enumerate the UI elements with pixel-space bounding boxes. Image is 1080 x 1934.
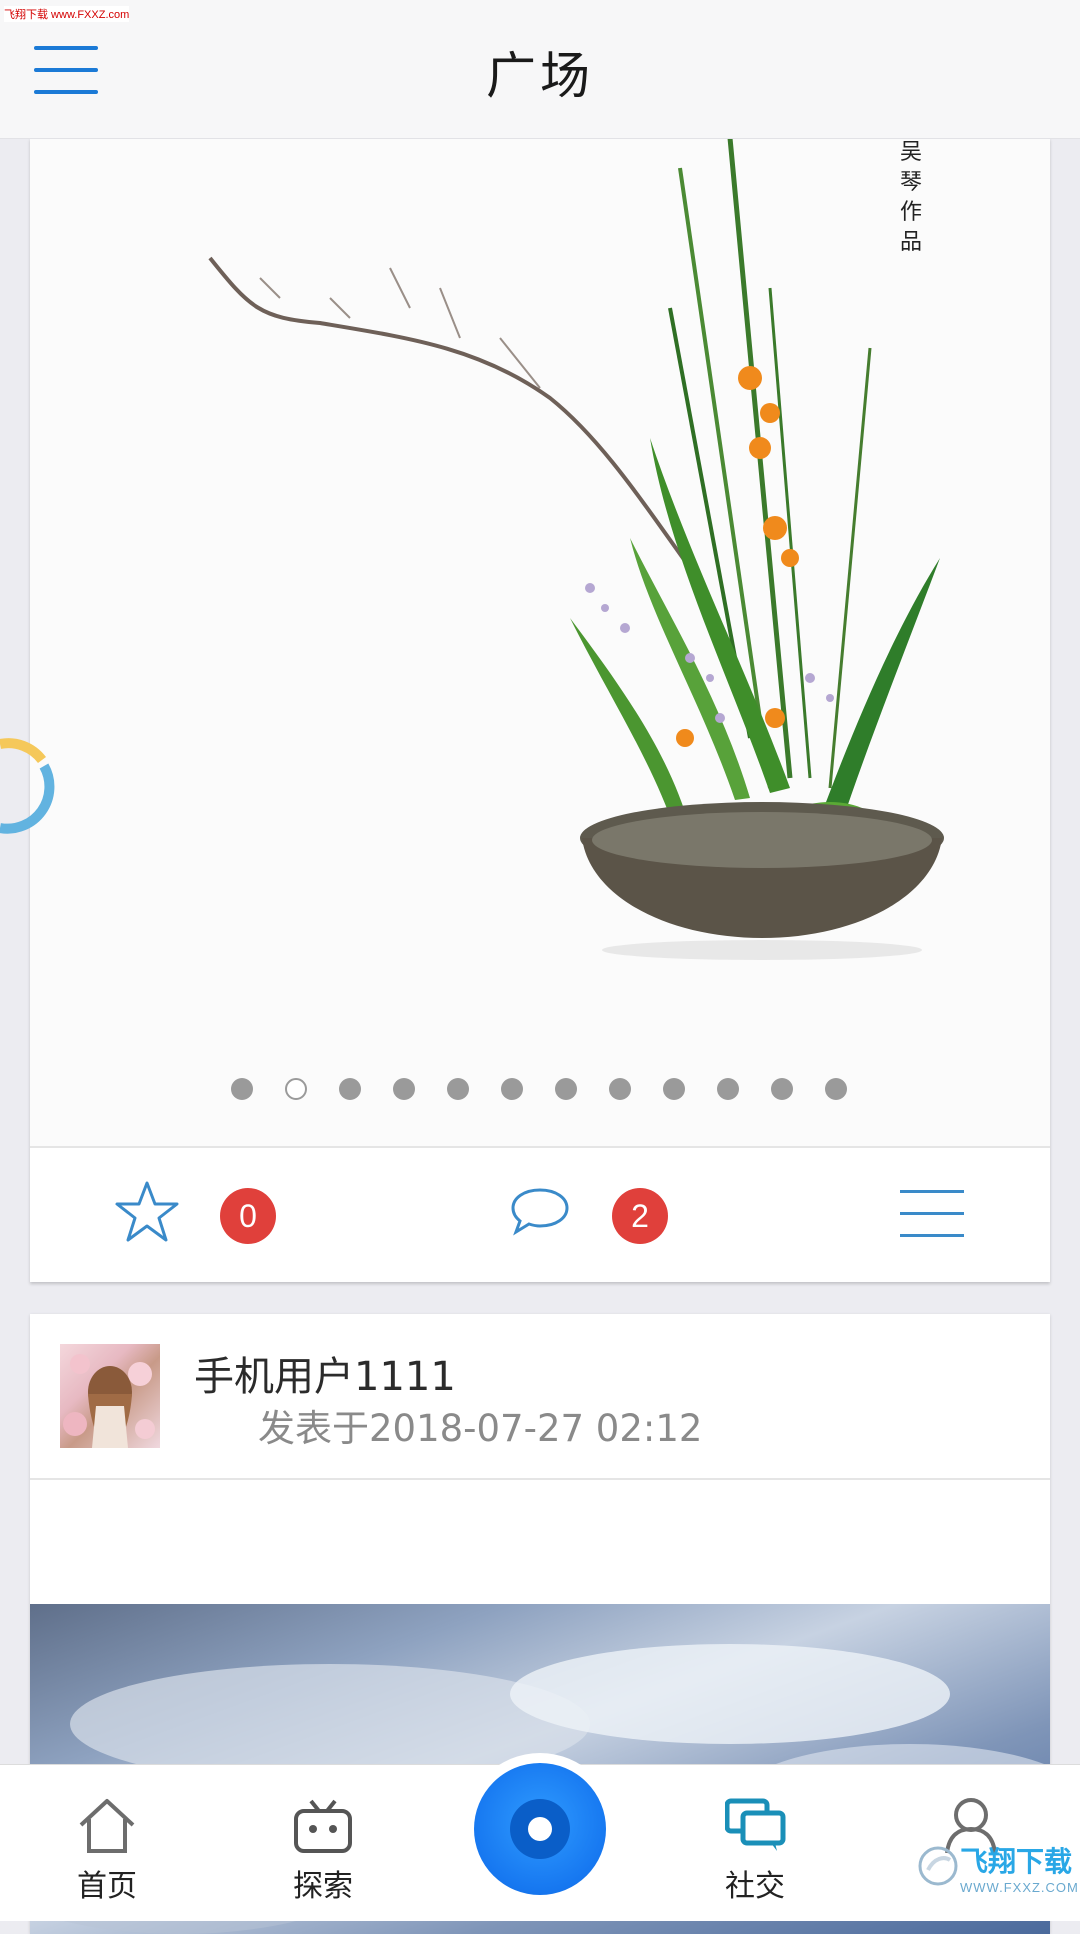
- brand-watermark: 飞翔下载 WWW.FXXZ.COM: [916, 1834, 1079, 1906]
- carousel-dot-active[interactable]: [285, 1078, 307, 1100]
- nav-label: 首页: [77, 1869, 137, 1904]
- favorite-count-badge: 0: [220, 1188, 276, 1244]
- comment-count-badge: 2: [612, 1188, 668, 1244]
- site-watermark: 飞翔下载 www.FXXZ.com: [4, 6, 130, 22]
- more-menu-icon[interactable]: [900, 1190, 964, 1240]
- top-app-bar: 广场: [0, 0, 1080, 138]
- post-image-carousel[interactable]: 吴琴作品: [30, 138, 1050, 1146]
- carousel-dot[interactable]: [663, 1078, 685, 1100]
- brand-watermark-text: 飞翔下载: [960, 1845, 1073, 1878]
- carousel-dot[interactable]: [825, 1078, 847, 1100]
- post-actions: 0 2: [30, 1148, 1050, 1282]
- nav-item-home[interactable]: 首页: [42, 1765, 172, 1921]
- brand-watermark-url: WWW.FXXZ.COM: [960, 1880, 1079, 1895]
- ikebana-image: [30, 138, 1050, 1146]
- loading-spinner-icon: [0, 720, 66, 840]
- author-stamp: 吴琴作品: [900, 140, 923, 255]
- nav-label: 社交: [725, 1869, 785, 1904]
- nav-item-explore[interactable]: 探索: [258, 1765, 388, 1921]
- page-title: 广场: [486, 47, 594, 105]
- post-card: 吴琴作品 0 2: [30, 138, 1050, 1282]
- tv-icon: [294, 1799, 352, 1853]
- comment-bubble-icon[interactable]: [510, 1186, 570, 1236]
- nav-item-social[interactable]: 社交: [690, 1765, 820, 1921]
- nav-label: 探索: [293, 1869, 353, 1904]
- record-button[interactable]: [464, 1753, 616, 1905]
- post-timestamp: 发表于2018-07-27 02:12: [258, 1407, 703, 1450]
- home-icon: [79, 1799, 135, 1853]
- carousel-dot[interactable]: [501, 1078, 523, 1100]
- avatar[interactable]: [60, 1344, 160, 1448]
- carousel-dot[interactable]: [339, 1078, 361, 1100]
- carousel-dot[interactable]: [393, 1078, 415, 1100]
- carousel-dot[interactable]: [555, 1078, 577, 1100]
- brand-logo-icon: [918, 1846, 958, 1886]
- favorite-star-icon[interactable]: [114, 1180, 180, 1244]
- username[interactable]: 手机用户1111: [194, 1344, 456, 1402]
- divider: [30, 1478, 1050, 1480]
- carousel-dot[interactable]: [771, 1078, 793, 1100]
- carousel-dot[interactable]: [447, 1078, 469, 1100]
- carousel-dot[interactable]: [609, 1078, 631, 1100]
- chat-icon: [725, 1798, 786, 1851]
- carousel-dot[interactable]: [717, 1078, 739, 1100]
- carousel-dot[interactable]: [231, 1078, 253, 1100]
